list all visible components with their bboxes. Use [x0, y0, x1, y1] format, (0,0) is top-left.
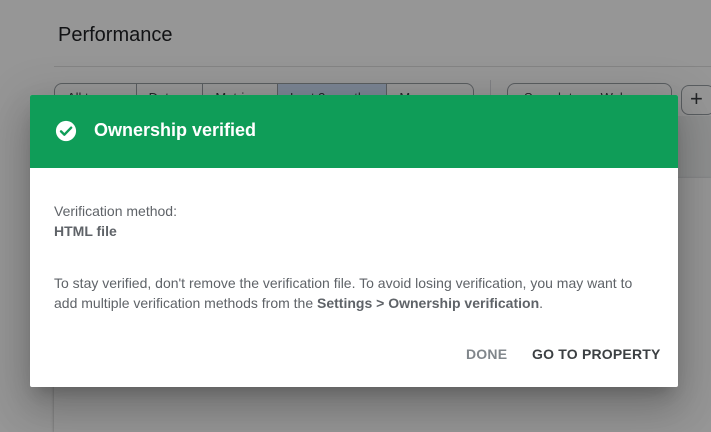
settings-ownership-link-text: Settings > Ownership verification	[317, 295, 540, 311]
dialog-header: Ownership verified	[30, 95, 678, 168]
done-button[interactable]: DONE	[458, 340, 515, 368]
dialog-title: Ownership verified	[94, 120, 257, 140]
check-circle-icon	[55, 120, 77, 142]
go-to-property-button[interactable]: GO TO PROPERTY	[524, 340, 669, 368]
verification-info-text: To stay verified, don't remove the verif…	[54, 273, 654, 313]
ownership-verified-dialog: Ownership verified Verification method: …	[30, 95, 678, 387]
verification-method-value: HTML file	[54, 223, 117, 239]
info-text-suffix: .	[539, 295, 544, 311]
verification-method-label: Verification method:	[54, 203, 177, 219]
